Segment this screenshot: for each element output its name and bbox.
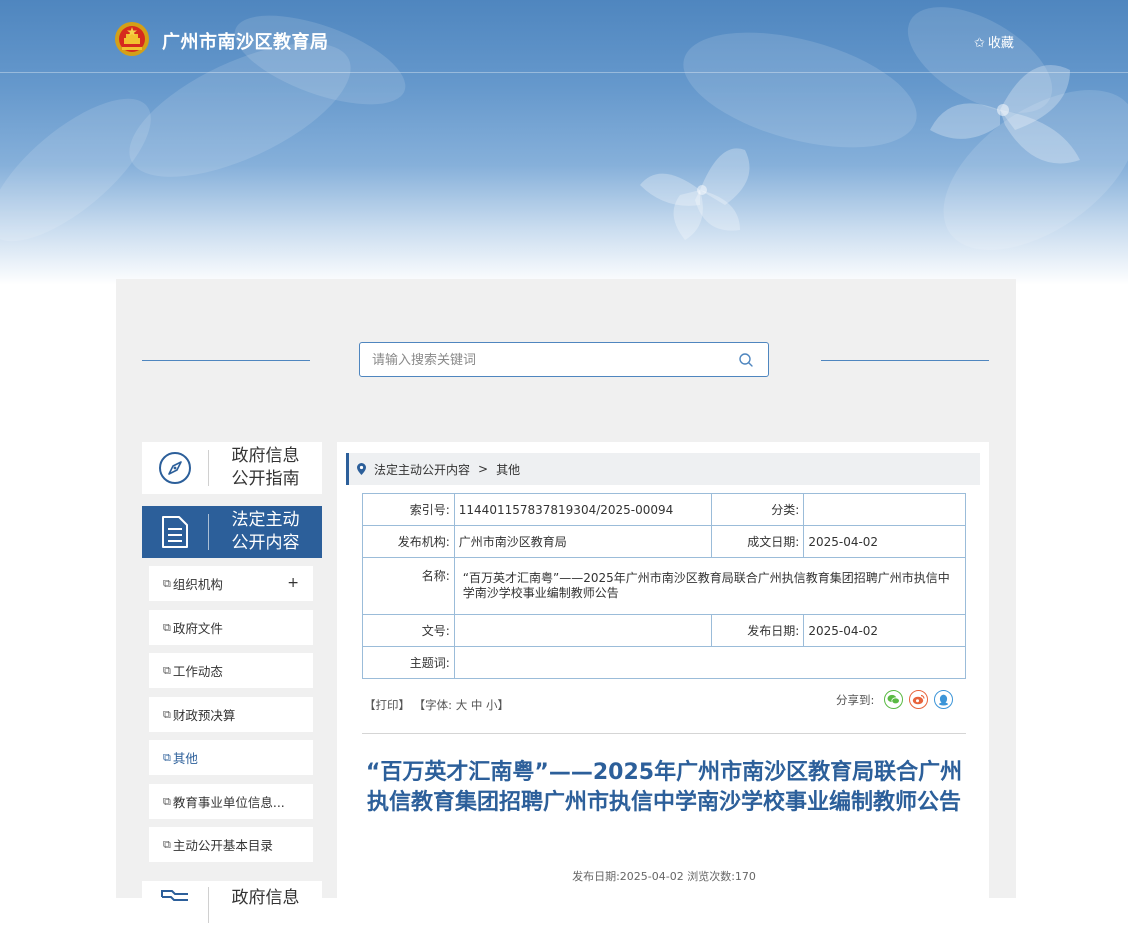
name-label: 名称: (362, 557, 455, 615)
qq-share-icon[interactable] (934, 690, 954, 709)
created-date-label: 成文日期: (710, 525, 805, 558)
font-size-label: 【字体: (413, 698, 453, 712)
sidebar-guide-line2: 公开指南 (231, 469, 300, 489)
document-icon (162, 516, 188, 548)
sidebar-item-work-news[interactable]: ⧉ 工作动态 (149, 653, 313, 688)
file-icon: ⧉ (163, 837, 171, 851)
sidebar-item-budget[interactable]: ⧉ 财政预决算 (149, 697, 313, 732)
print-button[interactable]: 【打印】 (364, 698, 410, 712)
content-divider (362, 733, 966, 734)
breadcrumb: 法定主动公开内容 > 其他 (346, 453, 980, 485)
expand-icon[interactable]: + (287, 575, 299, 591)
meta-row: 名称: “百万英才汇南粤”——2025年广州市南沙区教育局联合广州执信教育集团招… (362, 557, 967, 615)
national-emblem-logo (115, 22, 149, 56)
sidebar-section-label: 法定主动 公开内容 (209, 509, 322, 555)
header-banner: 广州市南沙区教育局 ✩ 收藏 (0, 0, 1128, 285)
sidebar-guide-line1: 政府信息 (231, 446, 300, 466)
search-box (359, 342, 769, 378)
share-bar: 分享到: (836, 690, 954, 709)
subject-value (453, 646, 967, 679)
sidebar-section-label: 政府信息 公开指南 (209, 445, 322, 491)
publish-date-value: 2025-04-02 (803, 614, 966, 647)
subject-label: 主题词: (362, 646, 455, 679)
article-tools: 【打印】 【字体: 大 中 小】 (364, 697, 509, 713)
sidebar-item-institutions[interactable]: ⧉ 教育事业单位信息... (149, 784, 313, 819)
publisher-label: 发布机构: (362, 525, 455, 558)
sidebar-section-label: 政府信息 (231, 888, 300, 908)
file-icon: ⧉ (163, 794, 171, 808)
article-title: “百万英才汇南粤”——2025年广州市南沙区教育局联合广州执信教育集团招聘广州市… (365, 760, 963, 815)
category-label: 分类: (710, 493, 805, 526)
wechat-share-icon[interactable] (884, 690, 904, 709)
sidebar-item-label: 政府文件 (172, 621, 223, 636)
content-area: 法定主动公开内容 > 其他 索引号: 114401157837819304/20… (337, 442, 989, 898)
sidebar-item-label: 主动公开基本目录 (172, 838, 273, 853)
favorite-button[interactable]: ✩ 收藏 (974, 32, 1014, 51)
sidebar-item-label: 工作动态 (172, 664, 223, 679)
site-title: 广州市南沙区教育局 (162, 32, 329, 53)
sidebar-item-gov-documents[interactable]: ⧉ 政府文件 (149, 610, 313, 645)
meta-row: 发布机构: 广州市南沙区教育局 成文日期: 2025-04-02 (362, 525, 966, 558)
search-deco-line-right (821, 360, 989, 361)
breadcrumb-separator: > (478, 462, 489, 476)
main-panel: 政府信息 公开指南 法定主动 公开内容 ⧉组织机构 + ⧉政府文件 ⧉工作动态 … (116, 279, 1016, 933)
banner-divider (0, 72, 1128, 73)
article-publish-info: 发布日期:2025-04-02 浏览次数:170 (572, 870, 756, 883)
file-icon: ⧉ (163, 576, 171, 590)
search-input[interactable] (370, 343, 734, 378)
index-label: 索引号: (362, 493, 455, 526)
sidebar-mandatory-line1: 法定主动 (231, 510, 300, 530)
search-icon[interactable] (738, 352, 754, 368)
file-icon: ⧉ (163, 620, 171, 634)
breadcrumb-item-other[interactable]: 其他 (496, 461, 520, 478)
location-pin-icon (357, 463, 366, 475)
font-small-button[interactable]: 小】 (486, 698, 509, 712)
file-icon: ⧉ (163, 663, 171, 677)
font-medium-button[interactable]: 中 (471, 698, 483, 712)
sidebar-section-mandatory-content[interactable]: 法定主动 公开内容 (142, 506, 322, 558)
share-label: 分享到: (836, 692, 875, 707)
folder-icon (161, 890, 188, 901)
document-meta-table: 索引号: 114401157837819304/2025-00094 分类: 发… (362, 493, 967, 679)
sidebar-item-label: 教育事业单位信息... (172, 795, 285, 810)
weibo-share-icon[interactable] (909, 690, 929, 709)
file-icon: ⧉ (163, 750, 171, 764)
sidebar-item-organization[interactable]: ⧉ 组织机构 + (149, 566, 313, 601)
created-date-value: 2025-04-02 (803, 525, 966, 558)
index-value: 114401157837819304/2025-00094 (453, 493, 712, 526)
meta-row: 索引号: 114401157837819304/2025-00094 分类: (362, 493, 966, 526)
file-icon: ⧉ (163, 707, 171, 721)
breadcrumb-item-mandatory-content[interactable]: 法定主动公开内容 (374, 461, 470, 478)
sidebar-item-label: 财政预决算 (172, 708, 236, 723)
favorite-label: 收藏 (987, 36, 1014, 51)
doc-number-label: 文号: (362, 614, 455, 647)
sidebar-mandatory-line2: 公开内容 (231, 533, 300, 553)
category-value (803, 493, 966, 526)
compass-icon (159, 452, 191, 484)
search-deco-line-left (142, 360, 310, 361)
star-icon: ✩ (974, 36, 985, 51)
font-large-button[interactable]: 大 (456, 698, 468, 712)
publish-date-label: 发布日期: (710, 614, 805, 647)
sidebar-item-label: 组织机构 (172, 577, 223, 592)
sidebar-item-other[interactable]: ⧉ 其他 (149, 740, 313, 775)
sidebar-item-label: 其他 (172, 751, 198, 766)
sidebar-section-gov-info[interactable]: 政府信息 (142, 881, 322, 933)
meta-row: 主题词: (362, 646, 967, 679)
meta-row: 文号: 发布日期: 2025-04-02 (362, 614, 966, 647)
sidebar-section-guide[interactable]: 政府信息 公开指南 (142, 442, 322, 494)
doc-number-value (453, 614, 712, 647)
sidebar-item-catalog[interactable]: ⧉ 主动公开基本目录 (149, 827, 313, 862)
name-value: “百万英才汇南粤”——2025年广州市南沙区教育局联合广州执信教育集团招聘广州市… (453, 557, 967, 615)
publisher-value: 广州市南沙区教育局 (453, 525, 712, 558)
